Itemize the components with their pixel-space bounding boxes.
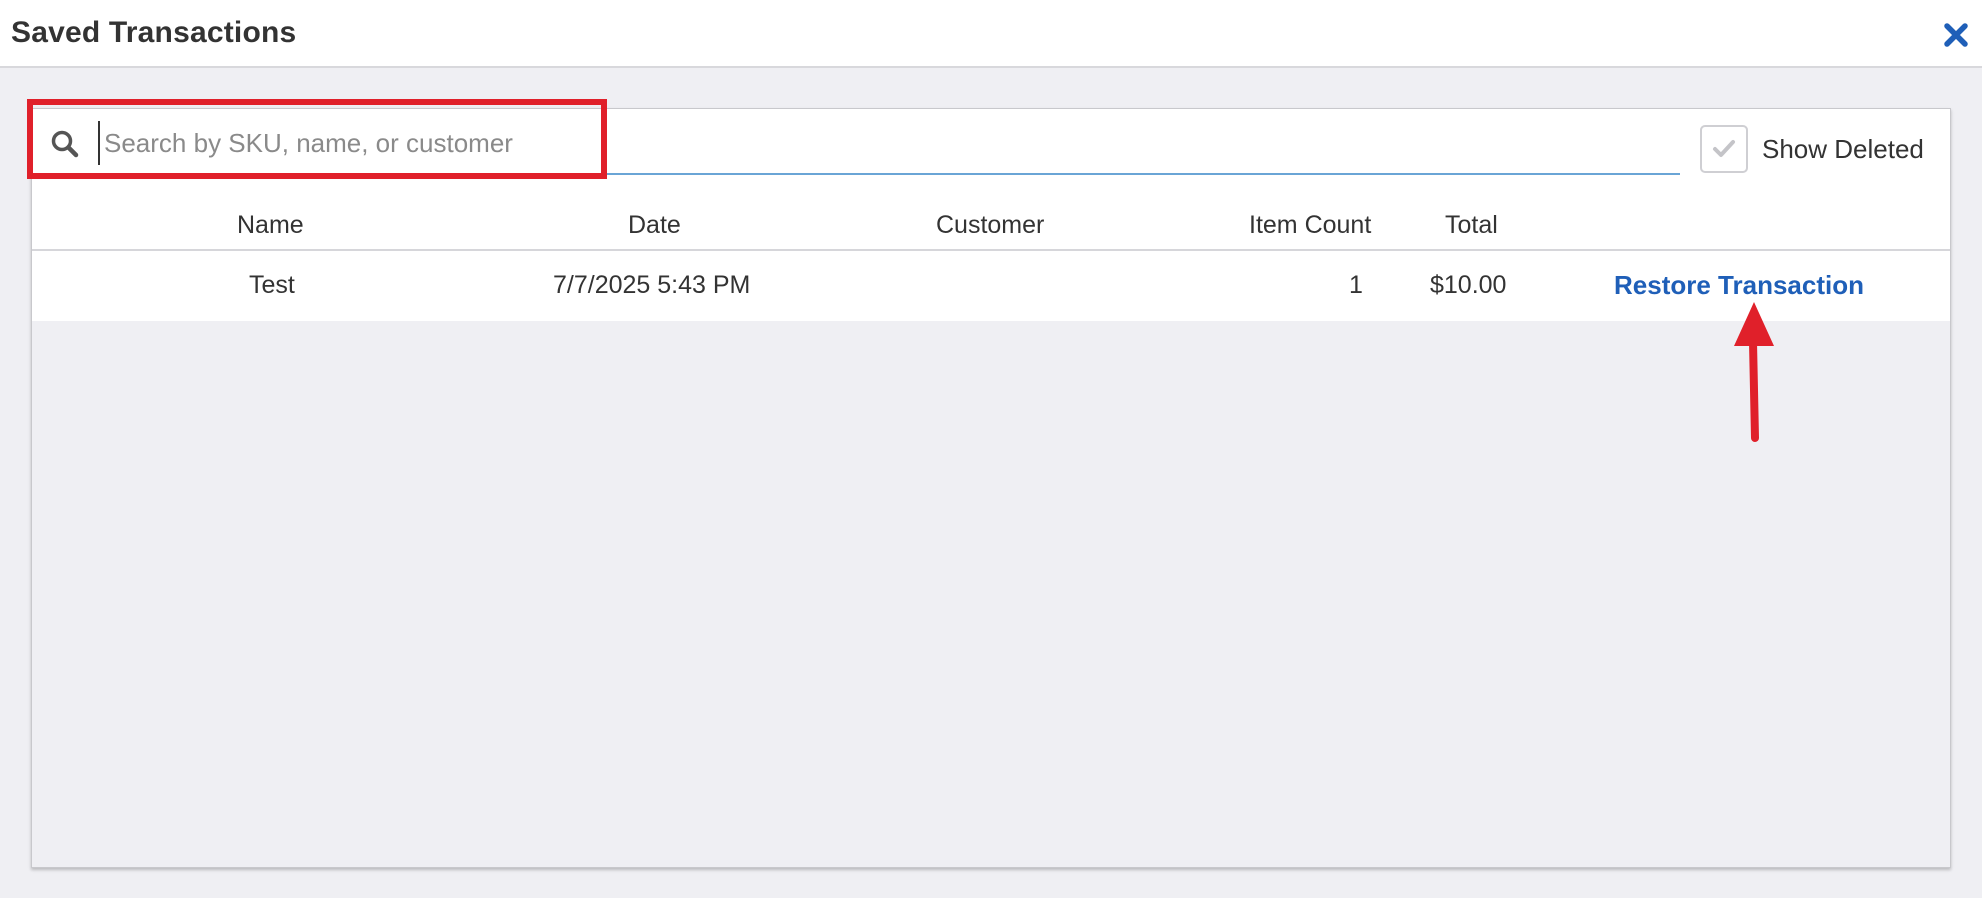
- show-deleted-label: Show Deleted: [1762, 133, 1924, 164]
- restore-transaction-link[interactable]: Restore Transaction: [1614, 270, 1864, 301]
- search-icon: [51, 130, 79, 158]
- column-header-customer[interactable]: Customer: [936, 211, 1044, 240]
- column-header-date[interactable]: Date: [628, 211, 681, 240]
- show-deleted-toggle[interactable]: Show Deleted: [1700, 125, 1924, 173]
- search-field[interactable]: [32, 109, 1680, 175]
- table-row[interactable]: Test 7/7/2025 5:43 PM 1 $10.00 Restore T…: [32, 251, 1950, 321]
- close-button[interactable]: [1940, 16, 1972, 52]
- column-header-total[interactable]: Total: [1445, 211, 1498, 240]
- table-header: Name Date Customer Item Count Total: [32, 205, 1950, 251]
- close-icon: [1944, 23, 1968, 47]
- dialog-title: Saved Transactions: [11, 16, 297, 49]
- cell-item-count: 1: [1349, 271, 1363, 299]
- transactions-panel: Show Deleted Name Date Customer Item Cou…: [27, 99, 1951, 868]
- cell-total: $10.00: [1430, 271, 1507, 299]
- column-header-item-count[interactable]: Item Count: [1249, 211, 1371, 240]
- cell-name: Test: [249, 271, 295, 299]
- cell-date: 7/7/2025 5:43 PM: [553, 271, 751, 299]
- dialog-header: Saved Transactions: [0, 0, 1982, 68]
- checkmark-icon: [1713, 140, 1735, 157]
- column-header-name[interactable]: Name: [237, 211, 304, 240]
- show-deleted-checkbox[interactable]: [1700, 125, 1748, 173]
- search-input[interactable]: [98, 121, 658, 165]
